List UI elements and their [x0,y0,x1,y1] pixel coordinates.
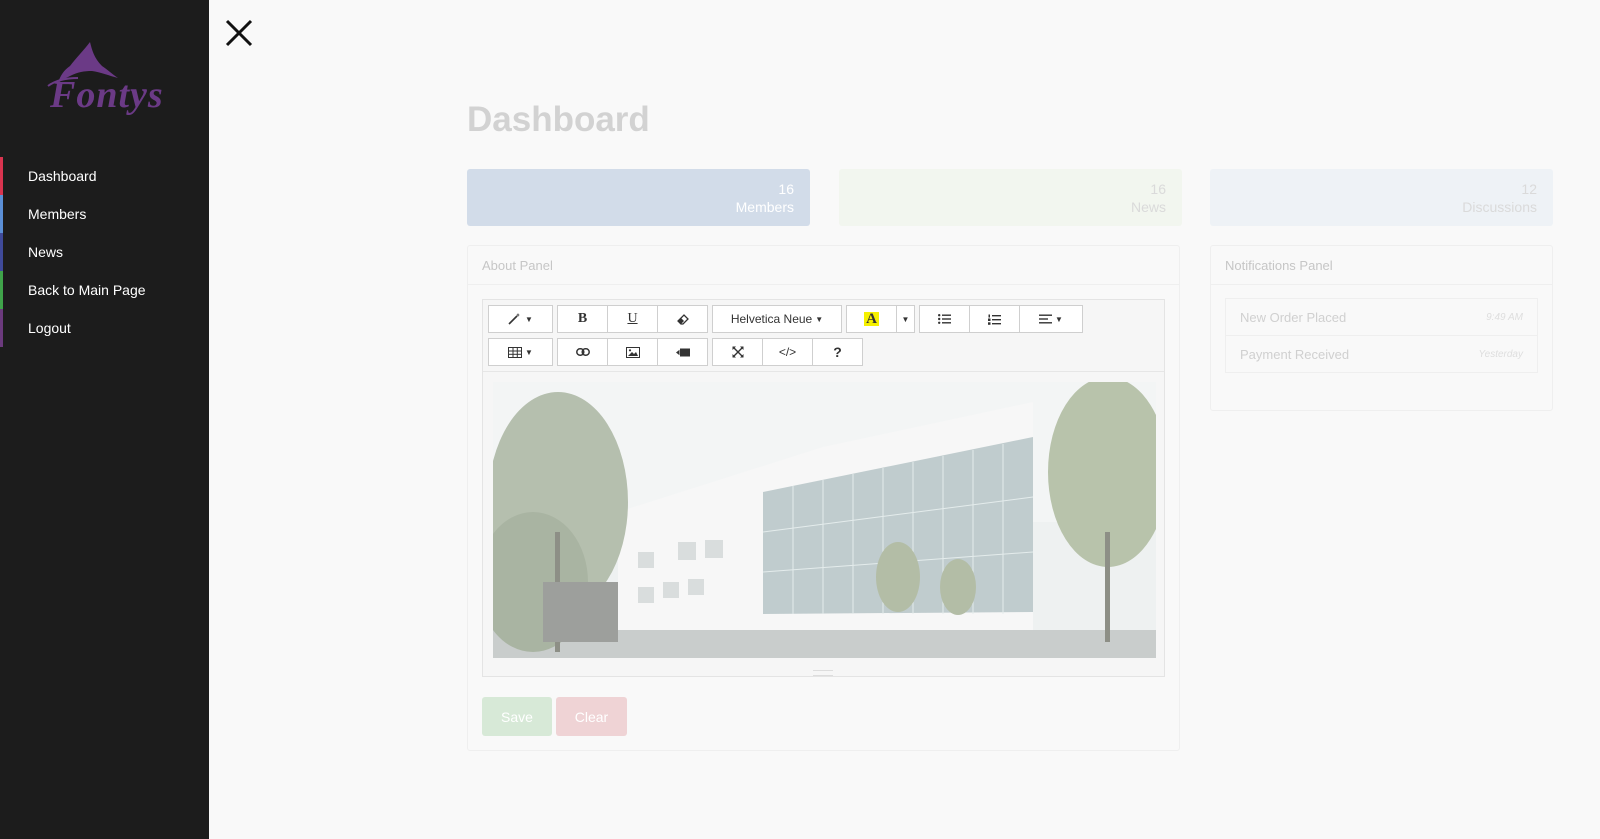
notification-time: Yesterday [1478,348,1523,360]
nav-accent-bar [0,195,3,233]
logo-text: Fontys [50,74,164,116]
nav-accent-bar [0,271,3,309]
editor-resize-handle[interactable] [813,670,833,676]
ordered-list-button[interactable] [969,305,1020,333]
table-button[interactable]: ▼ [488,338,553,366]
chevron-down-icon: ▼ [901,314,910,324]
image-icon [625,346,640,358]
notification-item[interactable]: Payment Received Yesterday [1225,335,1538,373]
magic-wand-icon [508,313,521,325]
font-family-select[interactable]: Helvetica Neue ▼ [712,305,842,333]
insert-video-button[interactable] [657,338,708,366]
sidebar-item-members[interactable]: Members [0,195,209,233]
rich-text-editor[interactable]: ▼ B U Helvetica Neue ▼ A ▼ ▼ ▼ </> ? [482,299,1165,677]
stat-label: News [1130,199,1166,215]
fullscreen-button[interactable] [712,338,763,366]
bold-button[interactable]: B [557,305,608,333]
notification-item[interactable]: New Order Placed 9:49 AM [1225,298,1538,336]
sidebar: Fontys Dashboard Members News Back to Ma… [0,0,209,839]
close-menu-button[interactable] [224,18,254,48]
editor-toolbar: ▼ B U Helvetica Neue ▼ A ▼ ▼ ▼ </> ? [483,300,1164,372]
notification-text: Payment Received [1240,346,1350,362]
sidebar-item-back-to-main[interactable]: Back to Main Page [0,271,209,309]
campus-building-image [493,382,1156,658]
align-left-icon [1039,314,1053,324]
eraser-icon [676,313,689,325]
nav-accent-bar [0,233,3,271]
paragraph-align-button[interactable]: ▼ [1019,305,1083,333]
about-panel-title: About Panel [468,246,1179,285]
nav-accent-bar [0,157,3,195]
text-color-dropdown[interactable]: ▼ [896,305,915,333]
save-button[interactable]: Save [482,697,552,736]
stat-members[interactable]: 16 Members [467,169,810,226]
stat-discussions[interactable]: 12 Discussions [1210,169,1553,226]
code-view-button[interactable]: </> [762,338,813,366]
stat-count: 16 [1150,181,1166,197]
style-wand-button[interactable]: ▼ [488,305,553,333]
numbered-list-icon [988,314,1001,325]
video-icon [675,348,690,356]
link-button[interactable] [557,338,608,366]
eraser-button[interactable] [657,305,708,333]
help-button[interactable]: ? [812,338,863,366]
link-icon [575,348,590,356]
notifications-panel: Notifications Panel New Order Placed 9:4… [1210,245,1553,411]
nav-accent-bar [0,309,3,347]
notifications-panel-title: Notifications Panel [1211,246,1552,285]
notification-time: 9:49 AM [1486,311,1523,323]
stat-label: Members [735,199,794,215]
editor-content[interactable] [493,382,1156,658]
stat-count: 12 [1521,181,1537,197]
sidebar-item-label: Logout [28,320,71,336]
page-title: Dashboard [467,100,650,139]
text-color-button[interactable]: A [846,305,897,333]
about-panel: About Panel ▼ B U Helvetica Neue ▼ A ▼ ▼… [467,245,1180,751]
notifications-list: New Order Placed 9:49 AM Payment Receive… [1225,298,1538,373]
sidebar-item-label: Dashboard [28,168,97,184]
sidebar-item-logout[interactable]: Logout [0,309,209,347]
insert-image-button[interactable] [607,338,658,366]
unordered-list-button[interactable] [919,305,970,333]
font-family-value: Helvetica Neue [730,312,813,326]
sidebar-item-dashboard[interactable]: Dashboard [0,157,209,195]
sidebar-item-label: News [28,244,64,260]
stat-label: Discussions [1462,199,1537,215]
notification-text: New Order Placed [1240,309,1347,325]
sidebar-item-label: Members [28,206,87,222]
close-icon [225,19,253,47]
clear-button[interactable]: Clear [556,697,627,736]
sidebar-nav: Dashboard Members News Back to Main Page… [0,157,209,347]
main-content: Dashboard 16 Members 16 News 12 Discussi… [209,0,1600,839]
sidebar-item-news[interactable]: News [0,233,209,271]
text-color-icon: A [864,311,879,327]
sidebar-item-label: Back to Main Page [28,282,146,298]
table-icon [508,346,523,358]
bullet-list-icon [938,314,951,324]
underline-button[interactable]: U [607,305,658,333]
expand-icon [732,346,743,358]
stat-news[interactable]: 16 News [839,169,1182,226]
stat-count: 16 [778,181,794,197]
